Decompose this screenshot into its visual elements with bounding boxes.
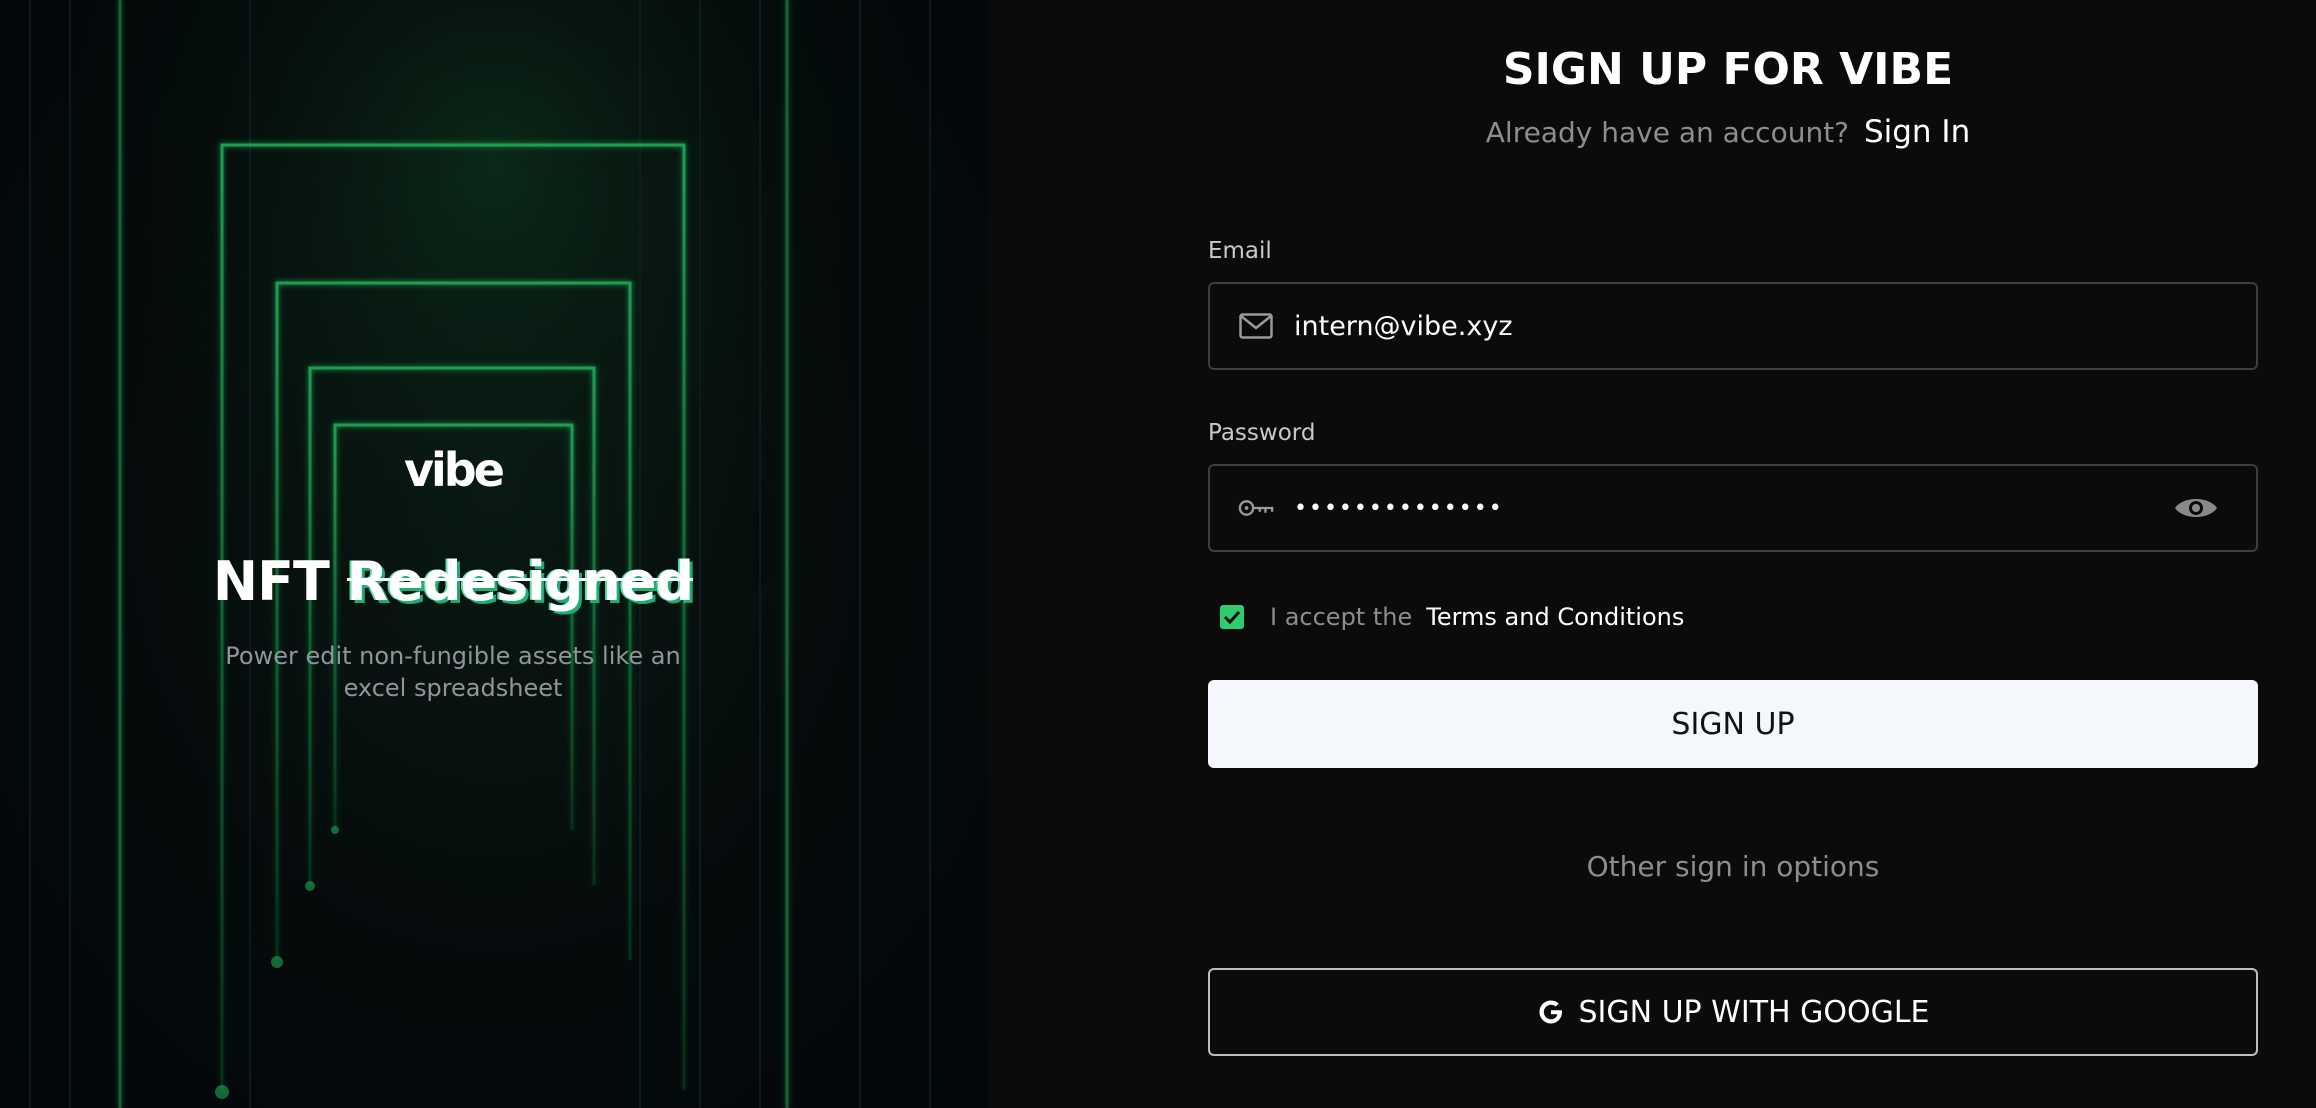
google-signup-label: SIGN UP WITH GOOGLE <box>1578 994 1930 1030</box>
signin-prompt-text: Already have an account? <box>1485 116 1850 149</box>
hero-subtitle: Power edit non-fungible assets like an e… <box>223 640 683 704</box>
password-label: Password <box>1208 420 1316 446</box>
terms-checkbox[interactable] <box>1220 605 1244 629</box>
terms-prefix: I accept the <box>1270 603 1413 631</box>
hero-content: vibe NFT Redesigned Power edit non-fungi… <box>0 440 906 704</box>
email-input[interactable] <box>1294 310 2256 342</box>
signin-prompt-row: Already have an account? Sign In <box>1208 114 2248 150</box>
signin-link[interactable]: Sign In <box>1864 114 1970 150</box>
terms-row: I accept the Terms and Conditions <box>1220 600 1684 634</box>
hero-headline: NFT Redesigned <box>0 550 906 614</box>
headline-highlight: Redesigned <box>346 550 694 613</box>
hero-panel: vibe NFT Redesigned Power edit non-fungi… <box>0 0 988 1108</box>
signup-form-panel: SIGN UP FOR VIBE Already have an account… <box>988 0 2316 1108</box>
hero-subtitle-text: Power edit non-fungible assets like an e… <box>225 642 681 702</box>
key-icon <box>1238 490 1274 526</box>
terms-link[interactable]: Terms and Conditions <box>1426 603 1684 631</box>
signup-button[interactable]: SIGN UP <box>1208 680 2258 768</box>
email-field-container[interactable] <box>1208 282 2258 370</box>
checkmark-icon <box>1223 610 1241 624</box>
google-signup-button[interactable]: SIGN UP WITH GOOGLE <box>1208 968 2258 1056</box>
google-icon <box>1536 997 1566 1027</box>
eye-icon[interactable] <box>2172 484 2220 532</box>
password-input[interactable] <box>1294 495 2172 521</box>
headline-prefix: NFT <box>212 550 330 613</box>
vibe-logo: vibe <box>404 443 505 497</box>
other-signin-options-text: Other sign in options <box>1586 850 1880 883</box>
password-field-container[interactable] <box>1208 464 2258 552</box>
email-label: Email <box>1208 238 1272 264</box>
mail-icon <box>1238 308 1274 344</box>
page-title: SIGN UP FOR VIBE <box>1502 44 1954 95</box>
